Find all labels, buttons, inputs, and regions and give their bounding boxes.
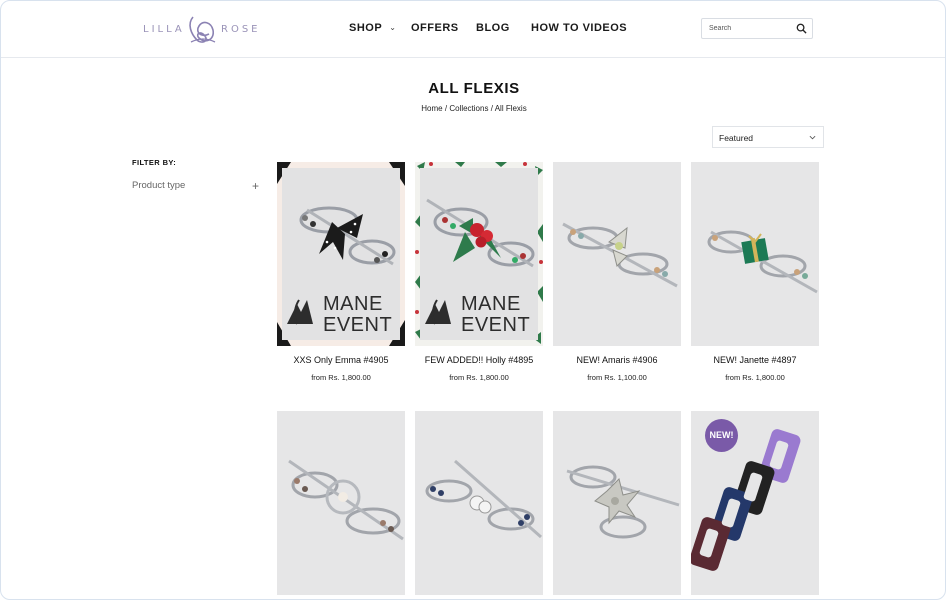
overlay-text-line2: EVENT: [323, 314, 393, 336]
search-icon[interactable]: [796, 23, 807, 34]
breadcrumb-home[interactable]: Home: [421, 104, 442, 113]
page-title: ALL FLEXIS: [428, 80, 520, 97]
product-name[interactable]: NEW! Amaris #4906: [543, 355, 691, 365]
sort-select[interactable]: Featured: [712, 126, 824, 148]
product-name[interactable]: FEW ADDED!! Holly #4895: [405, 355, 553, 365]
page-frame: LILLA ROSE SHOP ⌄ OFFERS BLOG HOW TO VIDE…: [0, 0, 946, 600]
new-badge: NEW!: [705, 419, 738, 452]
filter-title: FILTER BY:: [132, 158, 177, 167]
overlay-text-line1: MANE: [461, 293, 521, 315]
product-photo: [553, 411, 681, 595]
breadcrumb-current: All Flexis: [494, 104, 527, 113]
product-price: from Rs. 1,800.00: [311, 373, 371, 382]
nav-blog[interactable]: BLOG: [476, 22, 510, 34]
nav-shop[interactable]: SHOP ⌄: [349, 22, 396, 34]
product-price: from Rs. 1,800.00: [449, 373, 509, 382]
product-image[interactable]: NEW!: [691, 411, 819, 595]
plus-icon[interactable]: +: [252, 180, 259, 192]
product-image[interactable]: MANE EVENT: [415, 162, 543, 346]
site-header: LILLA ROSE SHOP ⌄ OFFERS BLOG HOW TO VIDE…: [1, 1, 945, 58]
product-image[interactable]: [553, 411, 681, 595]
product-photo: [415, 411, 543, 595]
filter-product-type[interactable]: Product type +: [132, 179, 262, 195]
product-image[interactable]: [415, 411, 543, 595]
overlay-text-line1: MANE: [323, 293, 383, 315]
nav-offers[interactable]: OFFERS: [411, 22, 459, 34]
product-image[interactable]: [277, 411, 405, 595]
filter-group-label: Product type: [132, 180, 186, 191]
product-photo: [553, 162, 681, 346]
product-photo: [277, 411, 405, 595]
nav-shop-label: SHOP: [349, 22, 383, 34]
product-price: from Rs. 1,100.00: [587, 373, 647, 382]
sort-selected-value: Featured: [719, 133, 754, 143]
breadcrumb-separator: /: [490, 104, 493, 113]
product-price: from Rs. 1,800.00: [725, 373, 785, 382]
overlay-text-line2: EVENT: [461, 314, 531, 336]
product-image[interactable]: [553, 162, 681, 346]
chevron-down-icon: ⌄: [389, 23, 397, 32]
breadcrumb: Home / Collections / All Flexis: [1, 104, 945, 113]
breadcrumb-collections[interactable]: Collections: [449, 104, 488, 113]
product-image[interactable]: MANE EVENT: [277, 162, 405, 346]
product-name[interactable]: NEW! Janette #4897: [681, 355, 829, 365]
product-image[interactable]: [691, 162, 819, 346]
product-name[interactable]: XXS Only Emma #4905: [267, 355, 415, 365]
chevron-down-icon: [809, 135, 816, 140]
breadcrumb-separator: /: [444, 104, 448, 113]
search-box: [701, 18, 813, 39]
nav-how-to-videos[interactable]: HOW TO VIDEOS: [531, 22, 627, 34]
product-photo: [691, 162, 819, 346]
search-input[interactable]: [702, 19, 792, 38]
